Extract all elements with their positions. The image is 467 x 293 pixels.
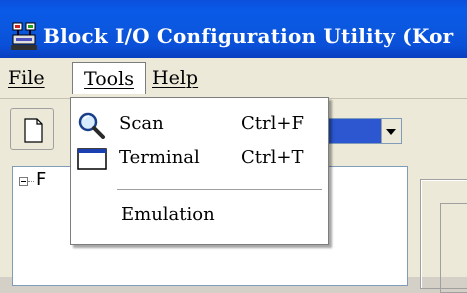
menu-separator [117,189,322,190]
window-title: Block I/O Configuration Utility (Kor [43,24,454,48]
tree-connector-line [28,181,34,182]
menu-file[interactable]: File [4,62,49,94]
scan-label: Scan [119,113,164,134]
terminal-label: Terminal [119,147,200,168]
menu-bar: File Tools Help [0,58,467,99]
menu-tools[interactable]: Tools [72,62,146,94]
chevron-down-icon [386,129,396,135]
tree-root-item[interactable]: F [36,169,66,190]
magnifier-icon [78,112,105,139]
new-button[interactable] [10,108,54,150]
title-bar: Block I/O Configuration Utility (Kor [0,0,467,58]
menu-item-scan[interactable]: Scan Ctrl+F [73,110,326,140]
device-combobox[interactable] [322,118,402,144]
terminal-window-icon [77,148,107,170]
menu-help[interactable]: Help [148,62,202,94]
detail-panel-inner [440,203,467,293]
menu-item-terminal[interactable]: Terminal Ctrl+T [73,144,326,174]
network-device-icon [11,22,37,50]
tools-dropdown-menu: Scan Ctrl+F Terminal Ctrl+T Emulation [70,97,329,245]
new-document-icon [24,118,43,143]
terminal-shortcut: Ctrl+T [241,147,304,168]
emulation-label: Emulation [121,204,215,225]
scan-shortcut: Ctrl+F [241,113,304,134]
tree-collapse-toggle[interactable] [19,177,28,186]
combo-dropdown-button[interactable] [381,119,401,143]
menu-item-emulation[interactable]: Emulation [73,201,326,231]
